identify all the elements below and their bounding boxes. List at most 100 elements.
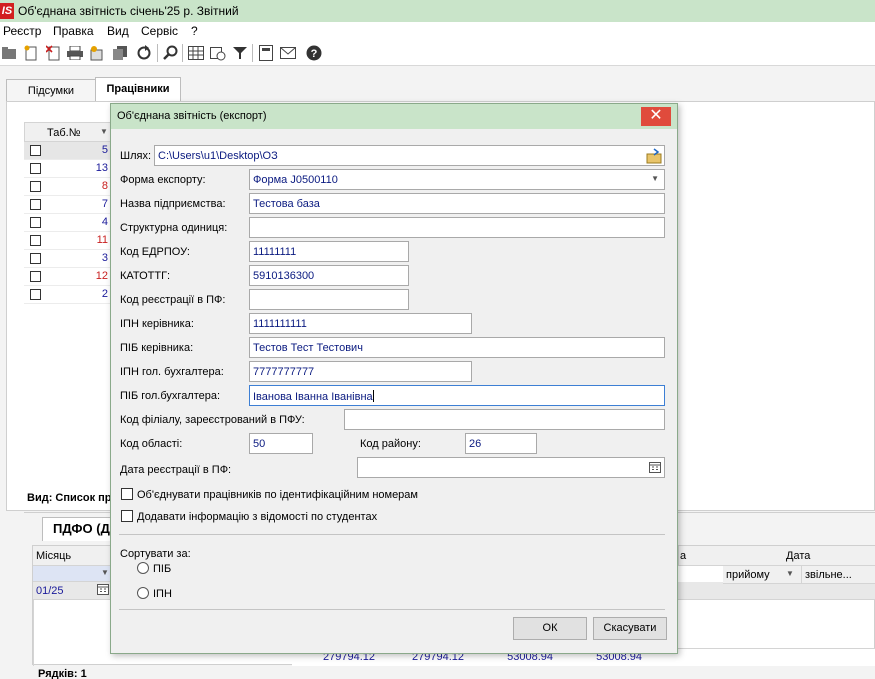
accountant-name-value: Іванова Іванна Іванівна [253,391,373,403]
table-row[interactable]: 8 [24,178,114,196]
browse-folder-icon[interactable] [646,148,662,165]
month-value: 01/25 [36,585,64,597]
district-label: Код району: [360,438,421,450]
path-field[interactable]: C:\Users\u1\Desktop\ОЗ [154,145,665,166]
row-checkbox[interactable] [30,289,41,300]
director-ipn-field[interactable]: 1111111111 [249,313,472,334]
table-row[interactable]: 5 [24,142,114,160]
toolbar-separator [157,44,158,62]
column-fire-date[interactable]: звільне... [805,569,852,581]
search-icon[interactable] [162,44,180,62]
export-form-select[interactable]: Форма J0500110 ▼ [249,169,665,190]
table-icon[interactable] [187,44,205,62]
tab-number: 4 [101,216,108,228]
sort-ipn-radio[interactable] [137,587,149,599]
katottg-field[interactable]: 5910136300 [249,265,409,286]
edrpou-field[interactable]: 11111111 [249,241,409,262]
table-row[interactable]: 2 [24,286,114,304]
new-document-icon[interactable] [22,44,40,62]
menu-registry[interactable]: Реєстр [3,24,41,38]
table-row[interactable]: 3 [24,250,114,268]
column-subheader: прийому ▼ звільне... [723,566,875,584]
row-checkbox[interactable] [30,235,41,246]
table-row[interactable]: 13 [24,160,114,178]
calendar-icon[interactable] [97,583,109,598]
director-ipn-label: ІПН керівника: [120,318,194,330]
sort-arrow-icon[interactable]: ▼ [786,569,794,578]
ok-button[interactable]: ОК [513,617,587,640]
month-filter[interactable]: ▼ [33,566,113,582]
merge-workers-checkbox[interactable] [121,488,133,500]
column-header: Місяць [33,546,113,566]
mail-icon[interactable] [279,44,297,62]
region-label: Код області: [120,438,183,450]
region-field[interactable]: 50 [249,433,313,454]
district-field[interactable]: 26 [465,433,537,454]
form-icon[interactable] [257,44,275,62]
branch-field[interactable] [344,409,665,430]
company-field[interactable]: Тестова база [249,193,665,214]
pf-date-field[interactable] [357,457,665,478]
help-icon[interactable]: ? [305,44,323,62]
row-checkbox[interactable] [30,271,41,282]
table-row[interactable]: 7 [24,196,114,214]
add-students-checkbox[interactable] [121,510,133,522]
refresh-icon[interactable] [135,44,153,62]
chevron-down-icon[interactable]: ▼ [101,568,109,577]
tab-workers[interactable]: Працівники [95,77,181,103]
pf-code-field[interactable] [249,289,409,310]
chevron-down-icon[interactable]: ▼ [651,174,659,183]
print-icon[interactable] [66,44,84,62]
filter-icon[interactable] [231,44,249,62]
tab-number: 11 [96,234,108,246]
folder-icon[interactable] [0,44,18,62]
row-checkbox[interactable] [30,217,41,228]
close-button[interactable]: ✕ [641,107,671,126]
toolbar-separator [252,44,253,62]
sort-label: Сортувати за: [120,548,191,560]
merge-workers-label: Об'єднувати працівників по ідентифікацій… [137,489,418,501]
column-header: а Дата [678,546,875,566]
accountant-ipn-field[interactable]: 7777777777 [249,361,472,382]
menu-service[interactable]: Сервіс [141,24,178,38]
export-package-icon[interactable] [88,44,106,62]
unit-field[interactable] [249,217,665,238]
toolbar-separator [182,44,183,62]
app-logo: IS [0,3,14,19]
director-name-field[interactable]: Тестов Тест Тестович [249,337,665,358]
row-checkbox[interactable] [30,163,41,174]
sort-pib-radio[interactable] [137,562,149,574]
divider [801,566,802,584]
export-form-label: Форма експорту: [120,174,206,186]
tab-number: 12 [95,270,108,282]
calendar-icon[interactable] [649,461,661,476]
row-checkbox[interactable] [30,145,41,156]
column-hire-date[interactable]: прийому [726,569,770,581]
copy-icon[interactable] [111,44,129,62]
table-row[interactable]: 11 [24,232,114,250]
column-tab-number[interactable]: Таб.№ [47,127,81,139]
menu-help[interactable]: ? [191,24,198,38]
row-checkbox[interactable] [30,199,41,210]
column-month[interactable]: Місяць [36,550,71,562]
text-cursor [372,390,374,402]
cancel-button[interactable]: Скасувати [593,617,667,640]
calendar-icon[interactable] [209,44,227,62]
dialog-titlebar: Об'єднана звітність (експорт) ✕ [111,104,677,129]
accountant-name-field[interactable]: Іванова Іванна Іванівна [249,385,665,406]
menu-edit[interactable]: Правка [53,24,94,38]
table-row[interactable]: 12 [24,268,114,286]
row-checkbox[interactable] [30,181,41,192]
tab-totals[interactable]: Підсумки [6,79,96,103]
workers-table: Таб.№ ▼ 5 13 8 7 4 11 3 12 2 [24,122,114,304]
row-checkbox[interactable] [30,253,41,264]
view-label: Вид: Список пра [27,492,118,504]
table-row[interactable]: 4 [24,214,114,232]
column-date: Дата [786,550,811,562]
sort-arrow-icon[interactable]: ▼ [100,127,108,136]
menu-view[interactable]: Вид [107,24,129,38]
tab-number: 5 [101,144,108,156]
delete-document-icon[interactable] [44,44,62,62]
divider [33,600,34,666]
dialog-title: Об'єднана звітність (експорт) [117,110,267,122]
